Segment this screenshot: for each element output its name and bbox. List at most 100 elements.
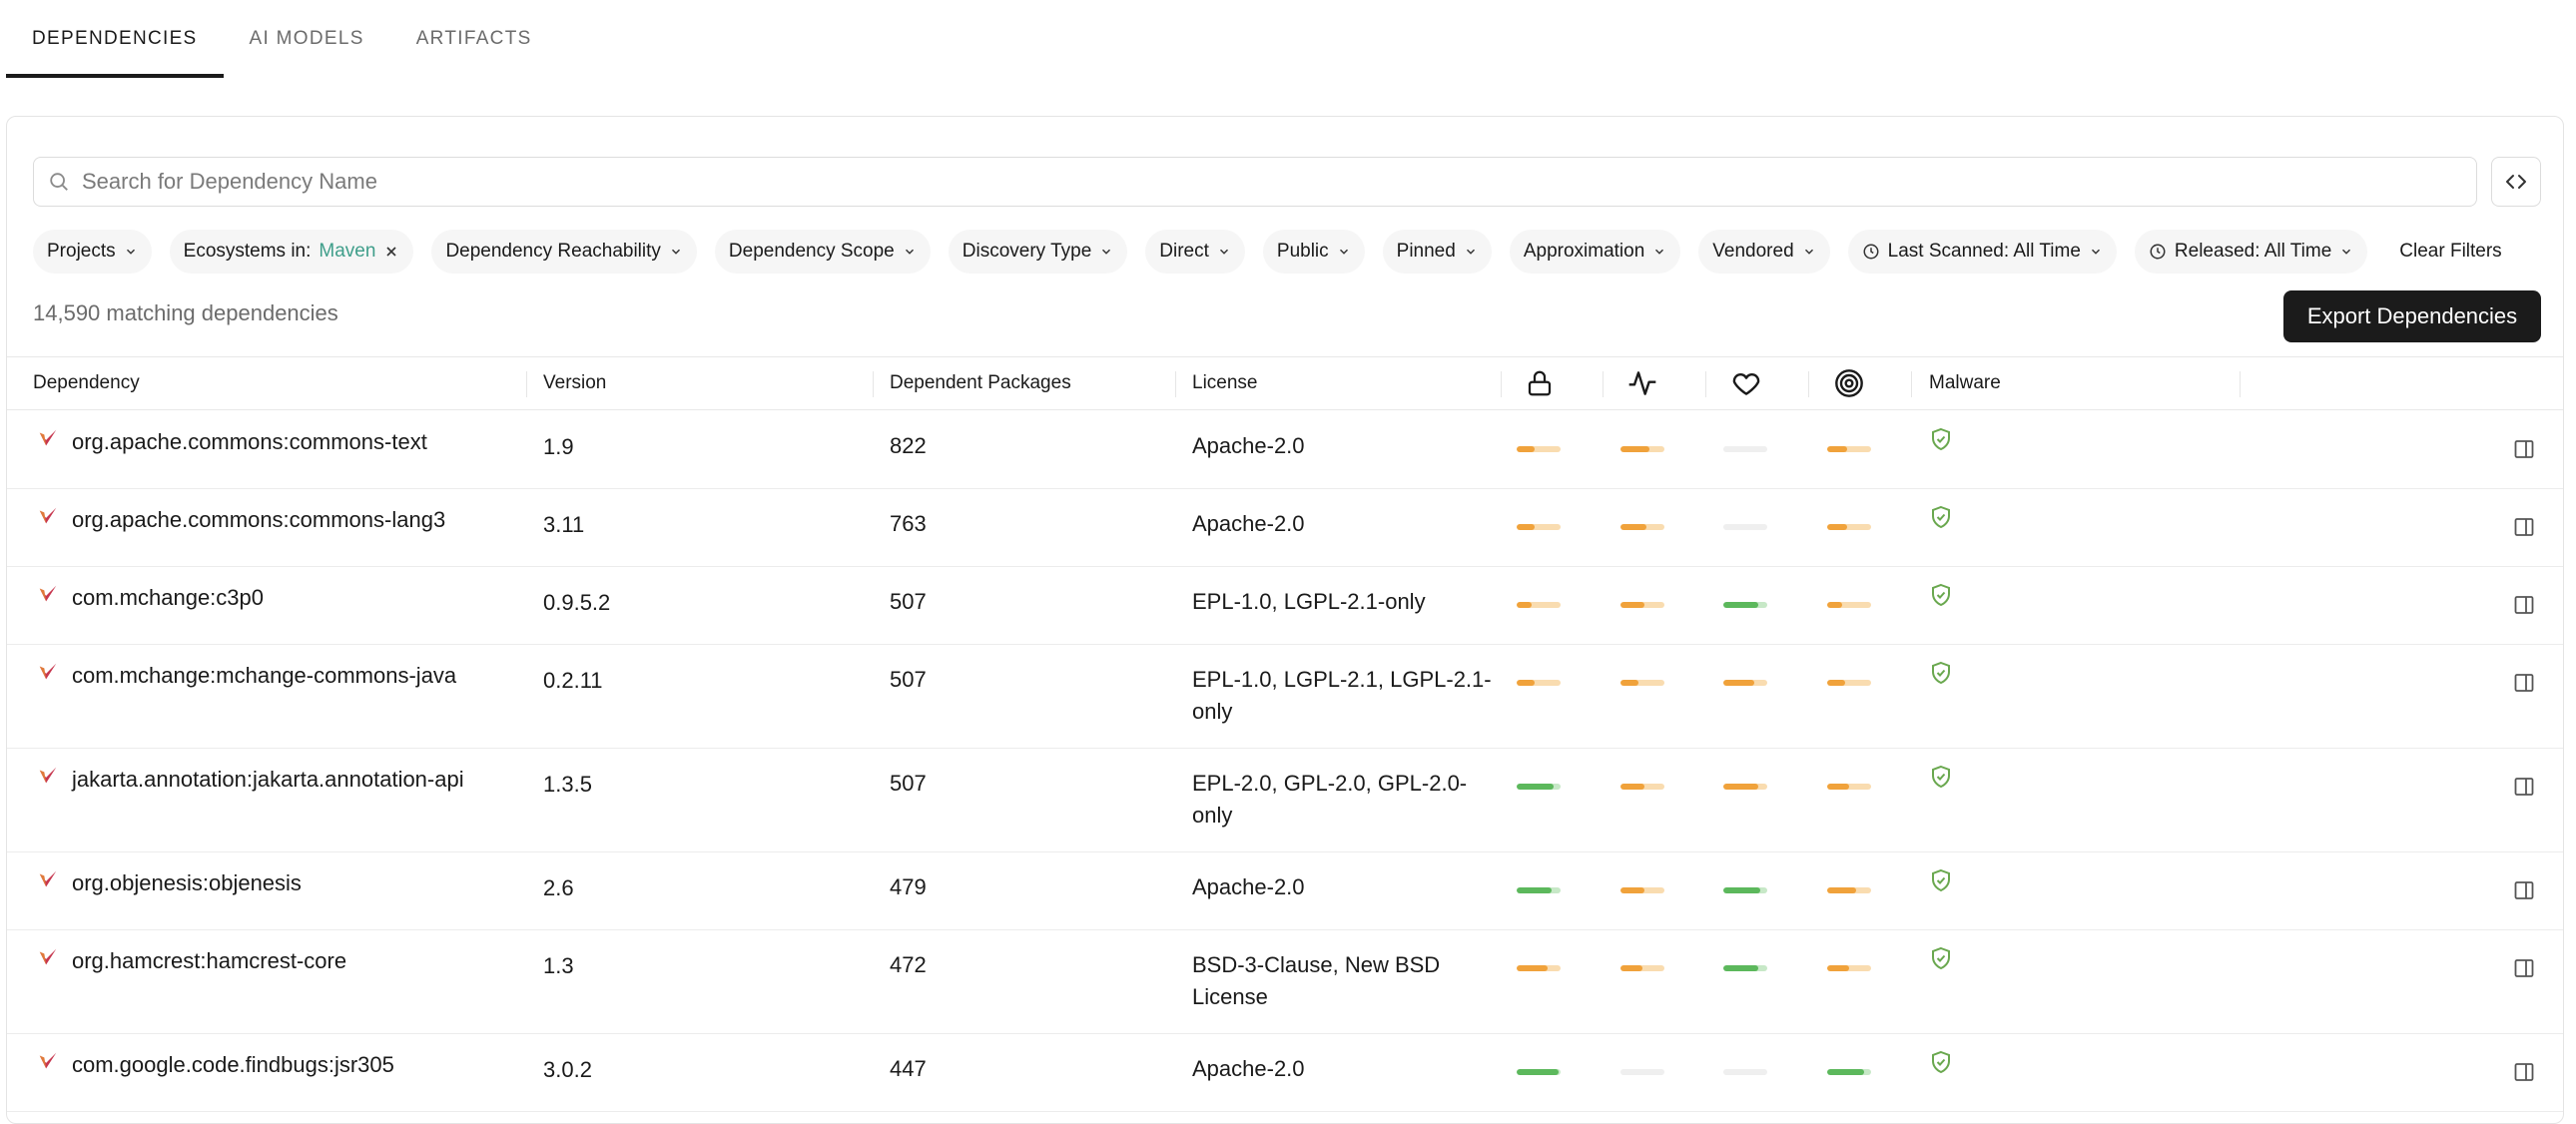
score-bar[interactable] (1827, 887, 1871, 893)
dependency-name[interactable]: org.objenesis:objenesis (72, 866, 302, 899)
license-text: Apache-2.0 (1192, 1056, 1305, 1081)
score-bar-fill (1620, 965, 1642, 971)
table-row[interactable]: com.mchange:c3p0 0.9.5.2 507 EPL-1.0, LGPL-… (7, 567, 2563, 645)
sidebar-panel-icon[interactable] (2512, 593, 2536, 617)
filter-pinned[interactable]: Pinned (1382, 230, 1492, 274)
sidebar-panel-icon[interactable] (2512, 956, 2536, 980)
score-bar[interactable] (1620, 784, 1664, 790)
table-row[interactable]: org.objenesis:objenesis 2.6 479 Apache-2.0 (7, 852, 2563, 930)
score-bar-fill (1620, 680, 1638, 686)
sidebar-panel-icon[interactable] (2512, 437, 2536, 461)
filter-last-scanned[interactable]: Last Scanned: All Time (1847, 230, 2117, 274)
license-text: only (1192, 803, 1233, 828)
score-bar[interactable] (1827, 680, 1871, 686)
dependency-name[interactable]: com.mchange:mchange-commons-java (72, 659, 456, 692)
search-box[interactable] (33, 157, 2477, 207)
score-bar[interactable] (1620, 602, 1664, 608)
score-bar[interactable] (1517, 1069, 1561, 1075)
score-bar[interactable] (1517, 887, 1561, 893)
score-bar[interactable] (1723, 784, 1767, 790)
score-bar[interactable] (1827, 446, 1871, 452)
score-bar[interactable] (1827, 524, 1871, 530)
dependency-name[interactable]: com.google.code.findbugs:jsr305 (72, 1048, 394, 1081)
score-bar[interactable] (1620, 446, 1664, 452)
clear-filters-button[interactable]: Clear Filters (2385, 230, 2515, 274)
column-header-activity[interactable] (1626, 357, 1658, 409)
table-row[interactable]: com.mchange:mchange-commons-java 0.2.11 50… (7, 645, 2563, 749)
shield-check-icon (1932, 661, 1950, 685)
dependency-name[interactable]: jakarta.annotation:jakarta.annotation-ap… (72, 763, 464, 796)
dependency-name[interactable]: org.apache.commons:commons-text (72, 425, 427, 458)
score-bar[interactable] (1517, 680, 1561, 686)
score-bar[interactable] (1517, 524, 1561, 530)
sidebar-panel-icon[interactable] (2512, 1060, 2536, 1084)
score-bar[interactable] (1723, 1069, 1767, 1075)
dependency-name[interactable]: com.mchange:c3p0 (72, 581, 264, 614)
score-bar[interactable] (1723, 965, 1767, 971)
sidebar-panel-icon[interactable] (2512, 515, 2536, 539)
column-header-health[interactable] (1730, 357, 1762, 409)
sidebar-panel-icon[interactable] (2512, 878, 2536, 902)
column-header-version[interactable]: Version (543, 357, 606, 409)
column-header-dependents[interactable]: Dependent Packages (890, 357, 1071, 409)
filter-discovery-type[interactable]: Discovery Type (948, 230, 1128, 274)
score-bar[interactable] (1827, 784, 1871, 790)
close-icon[interactable] (383, 244, 399, 260)
column-header-security[interactable] (1525, 357, 1555, 409)
score-bar[interactable] (1827, 965, 1871, 971)
filter-reachability[interactable]: Dependency Reachability (431, 230, 697, 274)
export-dependencies-button[interactable]: Export Dependencies (2283, 290, 2541, 342)
score-bar[interactable] (1827, 1069, 1871, 1075)
score-bar[interactable] (1620, 1069, 1664, 1075)
filter-label: Released: All Time (2174, 241, 2332, 262)
target-icon (1835, 369, 1863, 397)
dependent-packages-count: 447 (890, 1056, 927, 1081)
score-bar-fill (1517, 524, 1535, 530)
score-bar[interactable] (1517, 602, 1561, 608)
column-header-dependency[interactable]: Dependency (33, 357, 140, 409)
score-bar[interactable] (1723, 524, 1767, 530)
chevron-down-icon (1102, 249, 1111, 255)
score-bar[interactable] (1620, 965, 1664, 971)
sidebar-panel-icon[interactable] (2512, 775, 2536, 799)
filter-label: Approximation (1523, 241, 1645, 262)
score-bar[interactable] (1620, 524, 1664, 530)
table-row[interactable]: org.apache.commons:commons-lang3 3.11 763 A… (7, 489, 2563, 567)
filter-scope[interactable]: Dependency Scope (714, 230, 931, 274)
filter-public[interactable]: Public (1262, 230, 1365, 274)
table-row[interactable]: org.apache.commons:commons-text 1.9 822 Apa… (7, 411, 2563, 489)
score-bar[interactable] (1517, 965, 1561, 971)
table-row[interactable]: com.google.code.findbugs:jsr305 3.0.2 447 A… (7, 1034, 2563, 1112)
score-bar[interactable] (1517, 446, 1561, 452)
tab-dependencies[interactable]: DEPENDENCIES (6, 0, 224, 78)
table-row[interactable]: jakarta.annotation:jakarta.annotation-ap… (7, 749, 2563, 852)
filter-label: Ecosystems in: (183, 241, 312, 262)
score-bar[interactable] (1517, 784, 1561, 790)
column-header-license[interactable]: License (1192, 357, 1258, 409)
score-bar[interactable] (1620, 887, 1664, 893)
column-header-target[interactable] (1833, 357, 1865, 409)
filter-released[interactable]: Released: All Time (2134, 230, 2368, 274)
tab-artifacts[interactable]: ARTIFACTS (390, 0, 558, 78)
score-bar[interactable] (1723, 446, 1767, 452)
filter-vendored[interactable]: Vendored (1698, 230, 1830, 274)
filter-approximation[interactable]: Approximation (1509, 230, 1681, 274)
score-bar[interactable] (1827, 602, 1871, 608)
license-text: Apache-2.0 (1192, 874, 1305, 899)
table-row[interactable]: org.hamcrest:hamcrest-core 1.3 472 BSD-3-Cl… (7, 930, 2563, 1034)
code-view-button[interactable] (2491, 157, 2541, 207)
filter-ecosystems[interactable]: Ecosystems in: Maven (169, 230, 414, 274)
score-bar[interactable] (1723, 602, 1767, 608)
dependency-name[interactable]: org.apache.commons:commons-lang3 (72, 503, 445, 536)
chevron-down-icon (2091, 249, 2100, 255)
sidebar-panel-icon[interactable] (2512, 671, 2536, 695)
column-header-malware[interactable]: Malware (1929, 357, 2001, 409)
filter-direct[interactable]: Direct (1145, 230, 1245, 274)
filter-projects[interactable]: Projects (33, 230, 152, 274)
dependency-name[interactable]: org.hamcrest:hamcrest-core (72, 944, 346, 977)
score-bar[interactable] (1620, 680, 1664, 686)
score-bar[interactable] (1723, 680, 1767, 686)
tab-ai-models[interactable]: AI MODELS (224, 0, 390, 78)
score-bar[interactable] (1723, 887, 1767, 893)
search-input[interactable] (80, 168, 2380, 196)
